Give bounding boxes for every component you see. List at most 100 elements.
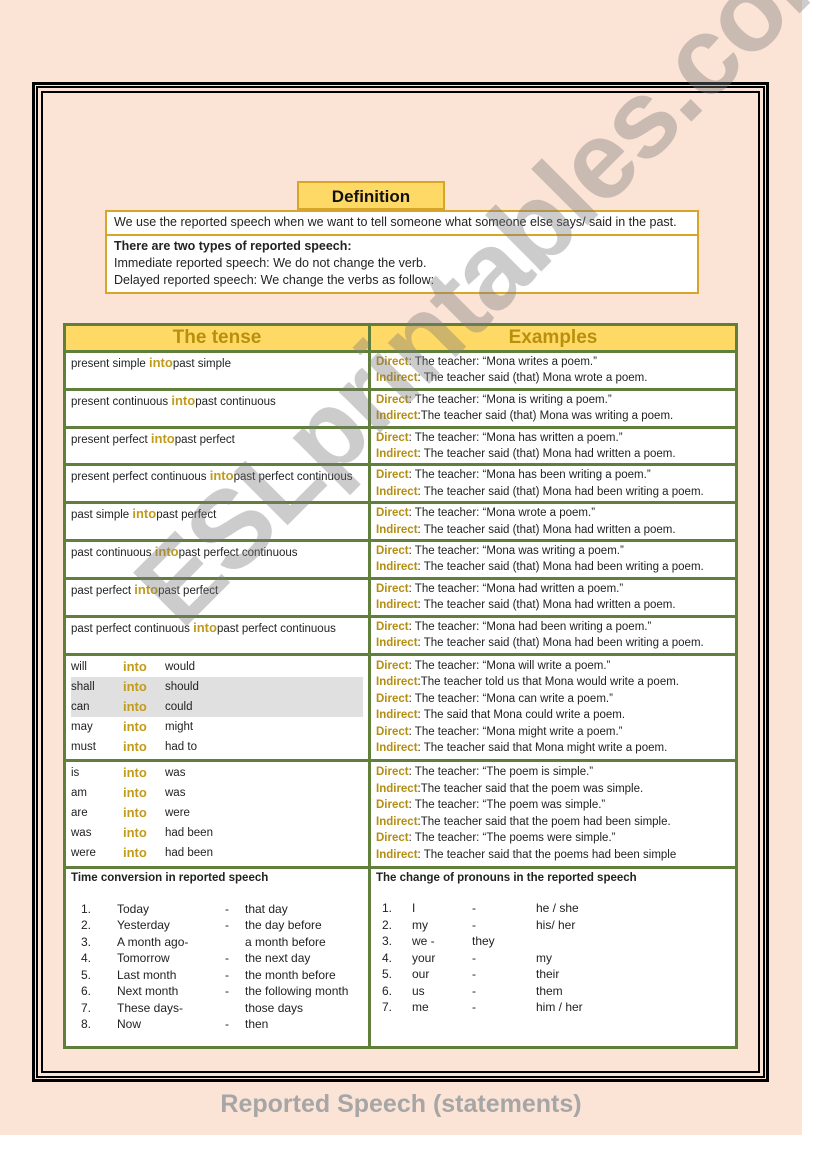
lists-row: Time conversion in reported speech 1. Tod… xyxy=(63,865,738,1049)
example-label: Indirect xyxy=(376,709,418,722)
indirect-text: : The teacher said (that) Mona had writt… xyxy=(417,448,676,461)
direct-label: Direct xyxy=(376,431,409,444)
direct-text: : The teacher: “Mona is writing a poem.” xyxy=(408,393,612,406)
example-text: :The teacher said that the poem had been… xyxy=(417,815,671,828)
direct-example: Direct: The teacher: “Mona writes a poem… xyxy=(376,354,730,370)
list-num: 1. xyxy=(382,901,393,916)
into-keyword: into xyxy=(123,696,165,717)
tense-from: past perfect xyxy=(71,584,135,597)
direct-example: Direct: The teacher: “Mona has been writ… xyxy=(376,467,730,483)
tense-table: The tense Examples present simple intopa… xyxy=(63,323,738,1049)
example-label: Indirect xyxy=(376,849,418,862)
indirect-text: : The teacher said (that) Mona had writt… xyxy=(417,523,676,536)
modal-conversions: will into would shall into should can into could… xyxy=(63,652,371,763)
tense-to: past perfect continuous xyxy=(233,471,353,484)
into-keyword: into xyxy=(123,718,147,734)
direct-example: Direct: The teacher: “The poem was simpl… xyxy=(376,797,730,814)
list-num: 7. xyxy=(81,1000,92,1015)
list-to: then xyxy=(245,1017,269,1032)
example-text: :The teacher said that the poem was simp… xyxy=(417,782,644,795)
verb-to: were xyxy=(165,807,190,820)
direct-label: Direct xyxy=(376,469,409,482)
indirect-label: Indirect xyxy=(376,561,418,574)
indirect-example: Indirect:The teacher said (that) Mona wa… xyxy=(376,408,730,424)
example-label: Direct xyxy=(376,799,409,812)
direct-label: Direct xyxy=(376,545,409,558)
verb-from: can xyxy=(71,696,123,717)
into-keyword: into xyxy=(123,658,147,674)
list-to: him / her xyxy=(536,1000,583,1015)
example-label: Indirect xyxy=(376,815,418,828)
indirect-example: Indirect:The teacher said that the poem … xyxy=(376,814,730,831)
tense-from: past simple xyxy=(71,509,133,522)
verb-from: shall xyxy=(71,676,123,697)
worksheet-page: Definition We use the reported speech wh… xyxy=(0,0,826,1135)
list-to: them xyxy=(536,983,563,998)
indirect-text: : The teacher said (that) Mona had been … xyxy=(417,561,704,574)
list-from: Today xyxy=(117,901,150,916)
tense-from: present simple xyxy=(71,358,149,370)
example-cell: Direct: The teacher: “Mona has been writ… xyxy=(368,463,738,505)
time-conversion-title: Time conversion in reported speech xyxy=(71,871,269,884)
be-examples: Direct: The teacher: “The poem is simple… xyxy=(368,759,738,869)
tense-row: present perfect continuous intopast perf… xyxy=(63,463,738,505)
indirect-example: Indirect: The teacher said that the poem… xyxy=(376,847,730,864)
indirect-example: Indirect: The teacher said (that) Mona h… xyxy=(376,597,730,613)
verb-to: should xyxy=(165,676,363,697)
example-text: : The said that Mona could write a poem. xyxy=(417,709,626,722)
list-from: my xyxy=(412,917,428,932)
list-dash: - xyxy=(472,1000,476,1015)
example-label: Indirect xyxy=(376,782,418,795)
verb-to: was xyxy=(165,767,186,780)
indirect-label: Indirect xyxy=(376,410,418,423)
list-to: the month before xyxy=(245,967,336,982)
definition-title: Definition xyxy=(297,181,445,210)
direct-example: Direct: The teacher: “Mona is writing a … xyxy=(376,392,730,408)
example-cell: Direct: The teacher: “Mona wrote a poem.… xyxy=(368,501,738,543)
verb-from: were xyxy=(71,847,96,860)
direct-example: Direct: The teacher: “Mona wrote a poem.… xyxy=(376,505,730,521)
example-label: Indirect xyxy=(376,676,418,689)
direct-example: Direct: The teacher: “Mona might write a… xyxy=(376,724,730,741)
tense-to: past perfect xyxy=(174,433,235,446)
into-keyword: into xyxy=(123,785,147,801)
list-dash: - xyxy=(472,901,476,916)
into-keyword: into xyxy=(154,544,179,560)
list-num: 5. xyxy=(382,967,393,982)
verb-from: am xyxy=(71,787,87,800)
types-heading: There are two types of reported speech: xyxy=(114,239,352,253)
list-to: the next day xyxy=(245,951,311,966)
direct-example: Direct: The teacher: “The poem is simple… xyxy=(376,764,730,781)
tense-cell: past perfect continuous intopast perfect… xyxy=(63,614,371,656)
example-cell: Direct: The teacher: “Mona had been writ… xyxy=(368,614,738,656)
list-from: Yesterday xyxy=(117,918,170,933)
list-from: Next month xyxy=(117,984,179,999)
into-keyword: into xyxy=(123,825,147,841)
tense-cell: past perfect intopast perfect xyxy=(63,576,371,618)
tense-from: present perfect continuous xyxy=(71,471,210,484)
list-to xyxy=(536,933,730,950)
list-num: 4. xyxy=(81,951,92,966)
indirect-example: Indirect: The said that Mona could write… xyxy=(376,707,730,724)
direct-text: : The teacher: “Mona has been writing a … xyxy=(408,469,651,482)
pronoun-list: 1. I - he / she 2. my - his/ her 3. we - they 4. you… xyxy=(376,900,730,1016)
list-from: A month ago- xyxy=(117,934,189,949)
example-text: : The teacher: “Mona can write a poem.” xyxy=(408,692,613,705)
example-text: : The teacher: “Mona might write a poem.… xyxy=(408,725,623,738)
indirect-example: Indirect: The teacher said (that) Mona h… xyxy=(376,635,730,651)
indirect-example: Indirect: The teacher said (that) Mona h… xyxy=(376,484,730,500)
tense-from: present continuous xyxy=(71,395,172,408)
indirect-example: Indirect: The teacher said that Mona mig… xyxy=(376,740,730,757)
indirect-text: : The teacher said (that) Mona had been … xyxy=(417,485,704,498)
indirect-text: : The teacher said (that) Mona had writt… xyxy=(417,599,676,612)
indirect-example: Indirect: The teacher said (that) Mona w… xyxy=(376,370,730,386)
tense-row: present perfect intopast perfect Direct: … xyxy=(63,425,738,467)
tense-from: past perfect continuous xyxy=(71,622,194,635)
direct-example: Direct: The teacher: “Mona has written a… xyxy=(376,430,730,446)
direct-text: : The teacher: “Mona writes a poem.” xyxy=(408,356,597,368)
direct-example: Direct: The teacher: “Mona had written a… xyxy=(376,581,730,597)
direct-text: : The teacher: “Mona was writing a poem.… xyxy=(408,545,624,558)
worksheet-title: Reported Speech (statements) xyxy=(220,1090,582,1118)
tense-to: past perfect continuous xyxy=(216,622,336,635)
list-to: the day before xyxy=(245,918,322,933)
